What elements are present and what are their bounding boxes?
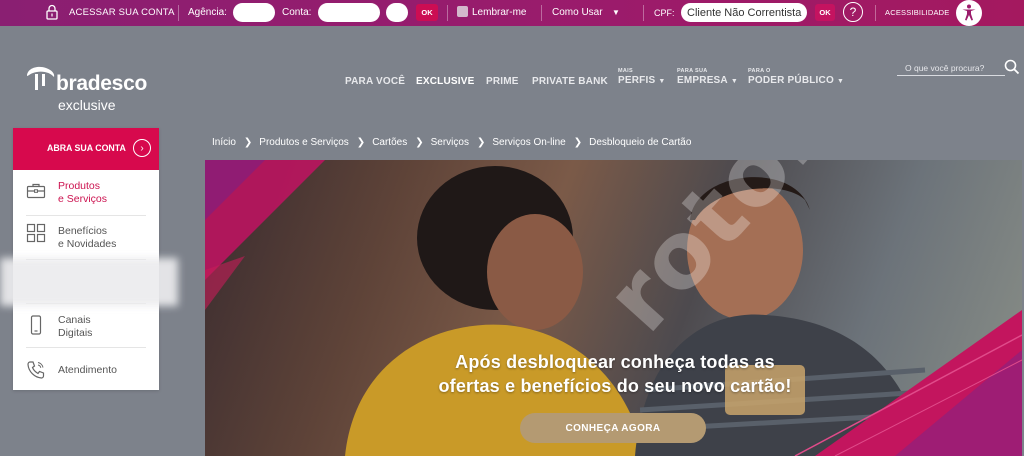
brand-segment: exclusive xyxy=(58,97,116,113)
acessar-conta-label[interactable]: ACESSAR SUA CONTA xyxy=(69,7,175,18)
conta-label: Conta: xyxy=(282,7,312,18)
top-login-bar: ACESSAR SUA CONTA Agência: Conta: OK Lem… xyxy=(0,0,1024,26)
side-item-produtos[interactable]: Produtos e Serviços xyxy=(13,172,159,216)
search-input[interactable] xyxy=(897,61,1005,76)
nav-perfis[interactable]: MAIS PERFIS ▼ xyxy=(618,68,665,86)
side-item-canais[interactable]: Canais Digitais xyxy=(13,305,159,349)
nav-exclusive[interactable]: EXCLUSIVE xyxy=(416,76,474,87)
agencia-label: Agência: xyxy=(188,7,227,18)
nav-empresa[interactable]: PARA SUA EMPRESA ▼ xyxy=(677,68,738,86)
side-item-label: Atendimento xyxy=(58,364,117,376)
cpf-input[interactable] xyxy=(681,3,807,22)
divider xyxy=(643,5,644,21)
hero-headline: Após desbloquear conheça todas as oferta… xyxy=(395,350,835,398)
divider xyxy=(875,5,876,21)
divider xyxy=(178,5,179,21)
login-ok-button[interactable]: OK xyxy=(416,4,438,21)
side-item-label: Canais Digitais xyxy=(58,314,93,339)
chevron-right-icon: › xyxy=(133,139,151,157)
brand-name[interactable]: bradesco xyxy=(56,72,147,96)
breadcrumb: Início ❯ Produtos e Serviços ❯ Cartões ❯… xyxy=(212,137,691,148)
phone-icon xyxy=(27,361,45,379)
grid-icon xyxy=(26,223,46,243)
abra-sua-conta-button[interactable]: ABRA SUA CONTA › xyxy=(13,128,159,170)
blurred-menu-item xyxy=(0,258,178,306)
breadcrumb-separator: ❯ xyxy=(476,137,486,148)
acessibilidade-label[interactable]: ACESSIBILIDADE xyxy=(885,8,950,17)
conheca-agora-button[interactable]: CONHEÇA AGORA xyxy=(520,413,706,443)
smartphone-icon xyxy=(30,315,42,335)
divider xyxy=(447,5,448,21)
chevron-down-icon: ▼ xyxy=(612,8,620,17)
lock-icon xyxy=(46,4,58,20)
breadcrumb-servicos[interactable]: Serviços xyxy=(431,137,469,148)
cpf-label: CPF: xyxy=(654,8,675,18)
nav-poder-publico[interactable]: PARA O PODER PÚBLICO ▼ xyxy=(748,68,844,86)
cpf-ok-button[interactable]: OK xyxy=(815,4,835,21)
breadcrumb-cartoes[interactable]: Cartões xyxy=(372,137,407,148)
divider xyxy=(541,5,542,21)
breadcrumb-inicio[interactable]: Início xyxy=(212,137,236,148)
hero-headline-line2: ofertas e benefícios do seu novo cartão! xyxy=(438,376,792,396)
breadcrumb-separator: ❯ xyxy=(243,137,253,148)
conta-digito-input[interactable] xyxy=(386,3,408,22)
breadcrumb-separator: ❯ xyxy=(356,137,366,148)
breadcrumb-servicos-online[interactable]: Serviços On-line xyxy=(492,137,565,148)
hero-banner: rotor Após desbloquear conheça todas as … xyxy=(205,160,1022,456)
hero-headline-line1: Após desbloquear conheça todas as xyxy=(455,352,775,372)
search-icon[interactable] xyxy=(1004,59,1020,75)
chevron-down-icon: ▼ xyxy=(836,78,845,85)
nav-prime[interactable]: PRIME xyxy=(486,76,519,87)
breadcrumb-separator: ❯ xyxy=(415,137,424,148)
como-usar-link[interactable]: Como Usar xyxy=(552,7,603,18)
side-item-label: Benefícios e Novidades xyxy=(58,225,117,250)
breadcrumb-separator: ❯ xyxy=(573,137,583,148)
side-item-beneficios[interactable]: Benefícios e Novidades xyxy=(13,217,159,261)
lembrar-checkbox[interactable] xyxy=(457,6,468,17)
divider xyxy=(26,215,146,216)
agencia-input[interactable] xyxy=(233,3,275,22)
conta-input[interactable] xyxy=(318,3,380,22)
nav-private-bank[interactable]: PRIVATE BANK xyxy=(532,76,608,87)
help-icon[interactable]: ? xyxy=(843,2,863,22)
divider xyxy=(26,347,146,348)
chevron-down-icon: ▼ xyxy=(658,78,666,85)
abra-sua-conta-label: ABRA SUA CONTA xyxy=(47,143,126,153)
briefcase-icon xyxy=(26,183,46,199)
chevron-down-icon: ▼ xyxy=(730,78,738,85)
breadcrumb-produtos[interactable]: Produtos e Serviços xyxy=(259,137,349,148)
hero-photo xyxy=(205,160,1022,456)
side-item-label: Produtos e Serviços xyxy=(58,180,108,205)
breadcrumb-desbloqueio: Desbloqueio de Cartão xyxy=(589,137,692,148)
bradesco-logo-icon[interactable] xyxy=(24,64,58,94)
lembrar-label[interactable]: Lembrar-me xyxy=(472,7,526,18)
nav-para-voce[interactable]: PARA VOCÊ xyxy=(345,76,405,87)
accessibility-icon[interactable] xyxy=(956,0,982,26)
side-item-atendimento[interactable]: Atendimento xyxy=(13,349,159,393)
